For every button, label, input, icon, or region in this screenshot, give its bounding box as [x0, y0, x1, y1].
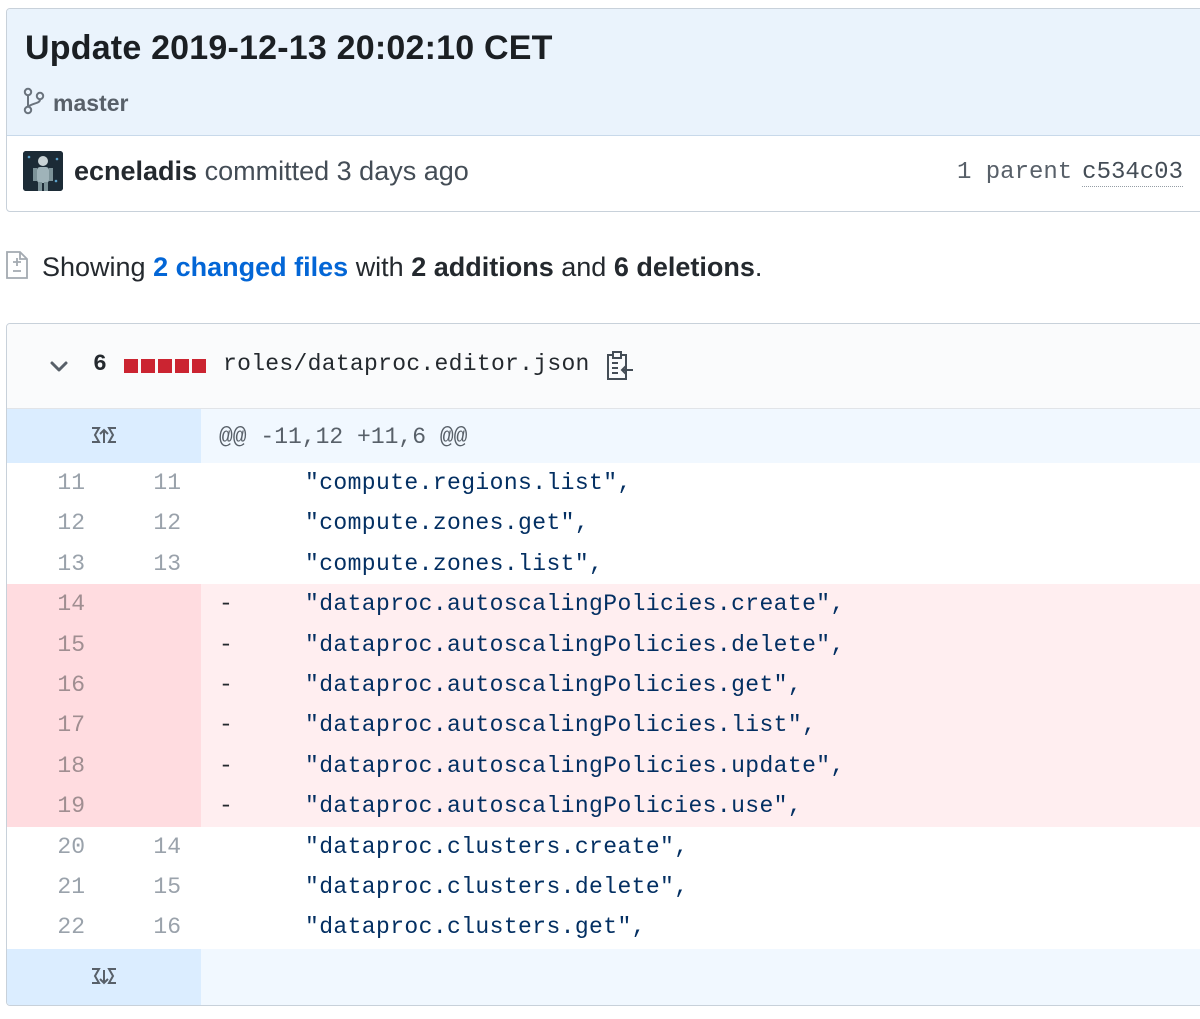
diff-line-context: 22 16 "dataproc.clusters.get", — [7, 907, 1200, 947]
code-text: "dataproc.autoscalingPolicies.use", — [305, 793, 803, 820]
code-text: "compute.regions.list", — [305, 470, 632, 496]
diff-line-context: 20 14 "dataproc.clusters.create", — [7, 827, 1200, 867]
diff-line-deletion: 19 - "dataproc.autoscalingPolicies.use", — [7, 786, 1200, 827]
parent-info: 1 parent c534c03 — [956, 159, 1183, 187]
old-line-number[interactable]: 14 — [25, 591, 85, 617]
commit-title: Update 2019-12-13 20:02:10 CET — [25, 29, 553, 67]
commit-title-area: Update 2019-12-13 20:02:10 CET master — [7, 9, 1200, 136]
diffstat-block — [192, 359, 206, 373]
diff-summary: Showing 2 changed files with 2 additions… — [4, 250, 762, 285]
commit-header: Update 2019-12-13 20:02:10 CET master ec… — [6, 8, 1200, 212]
diff-line-context: 12 12 "compute.zones.get", — [7, 503, 1200, 543]
diff-line-deletion: 18 - "dataproc.autoscalingPolicies.update"… — [7, 745, 1200, 787]
code-text: "dataproc.autoscalingPolicies.update", — [305, 752, 845, 779]
diffstat-blocks — [124, 359, 206, 373]
code-text: "dataproc.autoscalingPolicies.list", — [305, 712, 817, 739]
new-line-number[interactable]: 15 — [121, 874, 181, 900]
code-text: "compute.zones.get", — [305, 510, 590, 537]
branch-info[interactable]: master — [23, 87, 128, 120]
old-line-number[interactable]: 15 — [25, 632, 85, 658]
code-text: "dataproc.autoscalingPolicies.create", — [305, 591, 845, 618]
diff-line-context: 13 13 "compute.zones.list", — [7, 544, 1200, 584]
code-text: "dataproc.clusters.delete", — [305, 873, 689, 900]
diff-sign: - — [219, 671, 233, 698]
old-line-number[interactable]: 12 — [25, 510, 85, 536]
chevron-down-icon[interactable] — [47, 354, 71, 378]
copy-path-icon[interactable] — [605, 350, 635, 387]
diffstat-block — [141, 359, 155, 373]
file-change-count: 6 — [93, 351, 107, 377]
old-line-number[interactable]: 22 — [25, 914, 85, 940]
additions-count: 2 additions — [411, 252, 554, 282]
diff-line-deletion: 15 - "dataproc.autoscalingPolicies.delete"… — [7, 624, 1200, 665]
diff-lines: 11 11 "compute.regions.list", 12 12 "compute.… — [7, 463, 1200, 948]
old-line-number[interactable]: 17 — [25, 712, 85, 738]
diff-sign: - — [219, 631, 233, 658]
old-line-number[interactable]: 11 — [25, 470, 85, 496]
deletions-count: 6 deletions — [613, 252, 755, 282]
diff-line-context: 21 15 "dataproc.clusters.delete", — [7, 867, 1200, 907]
summary-end: . — [754, 252, 763, 282]
code-text: "dataproc.clusters.get", — [305, 914, 646, 941]
old-line-number[interactable]: 18 — [25, 753, 85, 779]
new-line-number[interactable]: 16 — [121, 914, 181, 940]
file-name[interactable]: roles/dataproc.editor.json — [223, 351, 590, 377]
old-line-number[interactable]: 13 — [25, 551, 85, 577]
old-line-number[interactable]: 20 — [25, 834, 85, 860]
commit-time: 3 days ago — [336, 156, 469, 186]
diff-sign: - — [219, 752, 233, 779]
code-text: "compute.zones.list", — [305, 550, 604, 577]
diffstat-block — [124, 359, 138, 373]
diffstat-block — [158, 359, 172, 373]
old-line-number[interactable]: 21 — [25, 874, 85, 900]
parent-label: 1 parent — [956, 159, 1073, 186]
expand-up-icon[interactable] — [7, 409, 201, 463]
code-text: "dataproc.clusters.create", — [305, 833, 689, 860]
summary-and: and — [561, 252, 607, 282]
author-link[interactable]: ecneladis — [74, 156, 197, 186]
code-text: "dataproc.autoscalingPolicies.delete", — [305, 631, 845, 658]
changed-files-link[interactable]: 2 changed files — [153, 252, 348, 282]
file-diff: 6 roles/dataproc.editor.json @@ -11,12 +… — [6, 323, 1200, 1006]
new-line-number[interactable]: 12 — [121, 510, 181, 536]
new-line-number[interactable]: 14 — [121, 834, 181, 860]
diffstat-block — [175, 359, 189, 373]
parent-sha-link[interactable]: c534c03 — [1082, 159, 1183, 187]
diff-sign: - — [219, 712, 233, 739]
summary-with: with — [355, 252, 404, 282]
code-text: "dataproc.autoscalingPolicies.get", — [305, 671, 803, 698]
old-line-number[interactable]: 16 — [25, 672, 85, 698]
new-line-number[interactable]: 11 — [121, 470, 181, 496]
new-line-number[interactable]: 13 — [121, 551, 181, 577]
diff-line-context: 11 11 "compute.regions.list", — [7, 463, 1200, 503]
commit-action: committed — [204, 156, 330, 186]
branch-name: master — [53, 90, 129, 116]
hunk-footer-row — [7, 949, 1200, 1005]
summary-prefix: Showing — [42, 252, 146, 282]
diff-line-deletion: 16 - "dataproc.autoscalingPolicies.get", — [7, 664, 1200, 706]
diff-line-deletion: 14 - "dataproc.autoscalingPolicies.create"… — [7, 584, 1200, 625]
summary-text: Showing 2 changed files with 2 additions… — [42, 252, 762, 283]
git-branch-icon — [23, 87, 45, 120]
diff-line-deletion: 17 - "dataproc.autoscalingPolicies.list", — [7, 705, 1200, 746]
avatar[interactable] — [23, 151, 63, 191]
file-header: 6 roles/dataproc.editor.json — [7, 324, 1200, 409]
commit-author-line: ecneladis committed 3 days ago — [74, 156, 469, 187]
file-diff-icon — [4, 250, 30, 285]
diff-sign: - — [219, 793, 233, 820]
commit-meta: ecneladis committed 3 days ago 1 parent c… — [7, 135, 1200, 211]
diff-sign: - — [219, 591, 233, 618]
expand-down-icon[interactable] — [7, 949, 201, 1005]
hunk-header-row: @@ -11,12 +11,6 @@ — [7, 409, 1200, 463]
hunk-header: @@ -11,12 +11,6 @@ — [219, 424, 468, 450]
old-line-number[interactable]: 19 — [25, 793, 85, 819]
